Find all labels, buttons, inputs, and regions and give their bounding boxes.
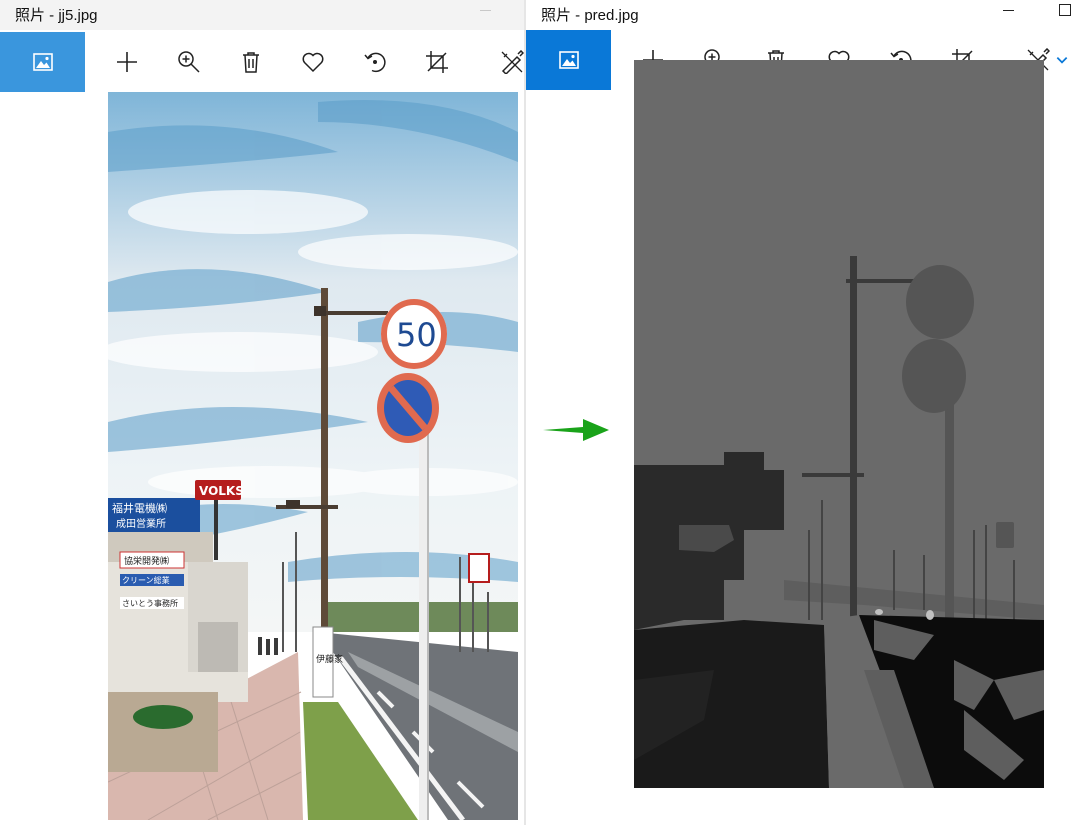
right-photos-window: 照片 - pred.jpg bbox=[526, 0, 1075, 825]
right-titlebar[interactable]: 照片 - pred.jpg bbox=[526, 0, 1075, 30]
zoom-in-icon bbox=[178, 51, 200, 73]
left-collection-button[interactable] bbox=[0, 32, 85, 92]
chevron-down-icon bbox=[1056, 57, 1068, 64]
favorite-icon bbox=[302, 52, 324, 73]
left-edit-button[interactable] bbox=[496, 46, 525, 78]
left-rotate-button[interactable] bbox=[359, 46, 391, 78]
speed-limit-value: 50 bbox=[396, 316, 437, 354]
pole-sign: 伊藤家 bbox=[316, 653, 343, 665]
left-titlebar[interactable]: 照片 - jj5.jpg bbox=[0, 0, 525, 30]
left-toolbar bbox=[0, 32, 525, 92]
left-delete-button[interactable] bbox=[235, 46, 267, 78]
left-minimize-button[interactable] bbox=[462, 0, 508, 30]
arrow-icon bbox=[543, 419, 609, 441]
store-sign-5: さいとう事務所 bbox=[122, 598, 178, 608]
store-sign-1: 福井電機㈱ bbox=[112, 501, 167, 515]
left-zoom-button[interactable] bbox=[173, 46, 205, 78]
delete-icon bbox=[243, 52, 259, 73]
crop-icon bbox=[426, 51, 448, 73]
store-sign-3: 協栄開発㈱ bbox=[124, 555, 169, 567]
left-crop-button[interactable] bbox=[421, 46, 453, 78]
rotate-icon bbox=[364, 52, 386, 73]
image-icon bbox=[558, 51, 579, 69]
left-favorite-button[interactable] bbox=[297, 46, 329, 78]
street-photo: 福井電機㈱ 成田営業所 協栄開発㈱ クリーン総業 さいとう事務所 VOLKS 5… bbox=[108, 92, 518, 820]
right-window-title: 照片 - pred.jpg bbox=[541, 7, 639, 24]
edit-icon bbox=[501, 50, 524, 74]
left-photos-window: 照片 - jj5.jpg 福井電機㈱ 成田営業所 協栄開発㈱ クリーン総業 さい… bbox=[0, 0, 525, 825]
left-add-button[interactable] bbox=[111, 46, 143, 78]
store-sign-2: 成田営業所 bbox=[116, 517, 166, 530]
add-icon bbox=[117, 52, 137, 72]
right-more-button[interactable] bbox=[1052, 44, 1072, 76]
left-window-title: 照片 - jj5.jpg bbox=[15, 7, 98, 24]
brand-sign: VOLKS bbox=[199, 484, 244, 498]
right-collection-button[interactable] bbox=[526, 30, 611, 90]
store-sign-4: クリーン総業 bbox=[122, 575, 170, 585]
right-minimize-button[interactable] bbox=[985, 0, 1031, 30]
segmentation-mask bbox=[634, 60, 1044, 788]
right-maximize-button[interactable] bbox=[1041, 0, 1075, 30]
image-icon bbox=[32, 53, 53, 71]
